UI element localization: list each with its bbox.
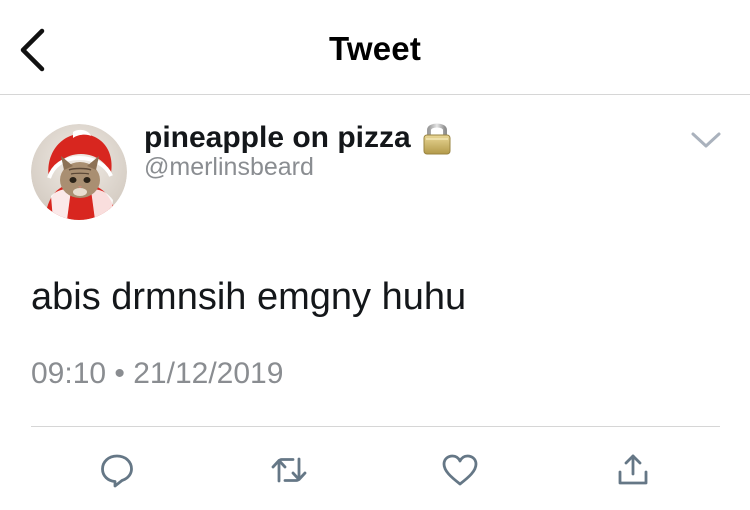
share-icon (618, 454, 648, 485)
heart-icon (442, 454, 478, 486)
avatar-image (31, 124, 127, 220)
page-title: Tweet (328, 30, 422, 67)
retweet-icon (271, 457, 307, 483)
username-handle[interactable]: @merlinsbeard (144, 153, 314, 182)
tweet-text: abis drmnsih emgny huhu (31, 276, 467, 318)
reply-button[interactable] (95, 448, 139, 492)
author-name-row[interactable]: pineapple on pizza (144, 119, 453, 157)
lock-icon (421, 120, 453, 156)
chevron-down-icon (691, 132, 721, 148)
display-name[interactable]: pineapple on pizza (144, 121, 411, 155)
like-button[interactable] (438, 448, 482, 492)
avatar[interactable] (31, 124, 127, 220)
retweet-button[interactable] (267, 448, 311, 492)
tweet-detail-screen: Tweet pineapple on pizza @merlinsbeard a… (0, 0, 750, 510)
tweet-timestamp[interactable]: 09:10 • 21/12/2019 (31, 357, 283, 391)
top-nav-bar: Tweet (0, 0, 750, 95)
reply-icon (101, 454, 133, 488)
share-button[interactable] (611, 448, 655, 492)
divider (31, 426, 720, 427)
tweet-menu-button[interactable] (686, 124, 726, 156)
